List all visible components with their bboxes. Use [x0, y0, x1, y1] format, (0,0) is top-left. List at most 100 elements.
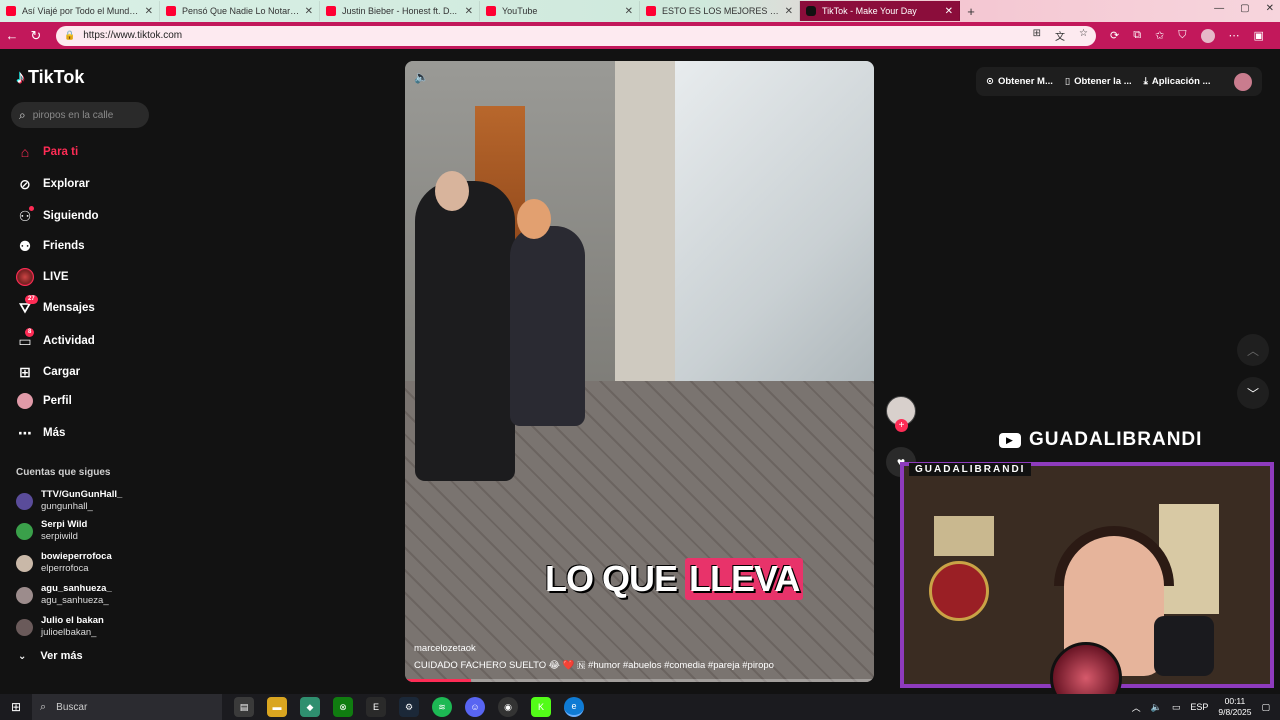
- network-icon[interactable]: ▭: [1172, 702, 1181, 713]
- browser-tab-active[interactable]: TikTok - Make Your Day ✕: [800, 1, 960, 21]
- webcam-name-tag: GUADALIBRANDI: [909, 463, 1032, 476]
- extension-icon[interactable]: ⟳: [1110, 29, 1119, 42]
- previous-video-button[interactable]: ︿: [1237, 334, 1269, 366]
- epic-games-icon[interactable]: E: [366, 697, 386, 717]
- split-screen-icon[interactable]: ⧉: [1133, 29, 1141, 42]
- system-tray: ︿ 🔈 ▭ ESP 00:11 9/8/2025 ▢: [1132, 696, 1280, 718]
- nav-perfil[interactable]: Perfil: [16, 392, 72, 410]
- nav-friends[interactable]: ⚉ Friends: [16, 237, 85, 255]
- browser-tab[interactable]: Justin Bieber - Honest ft. D... ✕: [320, 1, 480, 21]
- nav-actividad[interactable]: ▭ 8 Actividad: [16, 328, 95, 350]
- address-bar: ← ↻ 🔒 https://www.tiktok.com ⊞ 文 ☆ ⟳ ⧉ ✩…: [0, 22, 1280, 49]
- nav-mensajes[interactable]: ⛛ 27 Mensajes: [16, 295, 95, 317]
- language-indicator[interactable]: ESP: [1190, 702, 1208, 712]
- shield-icon[interactable]: ⛉: [1178, 29, 1186, 42]
- video-player[interactable]: 🔈 LO QUE LLEVA marcelozetaok CUIDADO FACH…: [405, 61, 874, 682]
- kick-icon[interactable]: K: [531, 697, 551, 717]
- close-tab-icon[interactable]: ✕: [625, 6, 633, 17]
- taskbar-search[interactable]: ⌕ Buscar: [32, 694, 222, 720]
- browser-tab[interactable]: ESTO ES LOS MEJORES TIKTOKS ...✕: [640, 1, 800, 21]
- search-icon: ⌕: [40, 700, 47, 713]
- tiktok-logo[interactable]: ♪ TikTok: [16, 67, 84, 88]
- maximize-icon[interactable]: ▢: [1240, 3, 1249, 14]
- friends-icon: ⚉: [18, 237, 32, 254]
- account-avatar: [16, 618, 33, 636]
- notifications-icon[interactable]: ▢: [1261, 702, 1270, 713]
- nav-cargar[interactable]: ⊞ Cargar: [16, 363, 80, 381]
- volume-icon[interactable]: 🔈: [1151, 702, 1162, 713]
- followed-account[interactable]: bowieperrofoca elperrofoca: [16, 551, 112, 575]
- refresh-icon[interactable]: ↻: [24, 28, 48, 44]
- app-icon[interactable]: ◆: [300, 697, 320, 717]
- task-view-icon[interactable]: ▤: [234, 697, 254, 717]
- obs-icon[interactable]: ◉: [498, 697, 518, 717]
- back-icon[interactable]: ←: [0, 28, 24, 43]
- spotify-icon[interactable]: ≋: [432, 697, 452, 717]
- close-tab-icon[interactable]: ✕: [785, 6, 793, 17]
- discord-icon[interactable]: ☺: [465, 697, 485, 717]
- tiktok-sidebar: ♪ TikTok ⌕ piropos en la calle ⌂ Para ti ⊘ E…: [0, 49, 160, 694]
- more-menu-icon[interactable]: ⋯: [1229, 29, 1240, 42]
- translate-icon[interactable]: 文: [1055, 28, 1065, 43]
- tray-expand-icon[interactable]: ︿: [1132, 701, 1141, 714]
- browser-tab-strip: Así Viajé por Todo el Mundo en 4...✕ Pen…: [0, 0, 1280, 22]
- followed-account[interactable]: Serpi Wild serpiwild: [16, 519, 87, 543]
- tiktok-icon: [806, 6, 816, 16]
- nav-para-ti[interactable]: ⌂ Para ti: [16, 143, 78, 161]
- sidebar-toggle-icon[interactable]: ▣: [1254, 29, 1264, 42]
- video-scene-person: [517, 199, 551, 239]
- close-tab-icon[interactable]: ✕: [465, 6, 473, 17]
- video-description: CUIDADO FACHERO SUELTO 😂 ❤️ 🇳 #humor #ab…: [414, 660, 774, 671]
- see-more-button[interactable]: ⌄ Ver más: [18, 650, 83, 662]
- minimize-icon[interactable]: —: [1214, 3, 1224, 14]
- followed-account[interactable]: Julio el bakan julioelbakan_: [16, 615, 104, 639]
- url-field[interactable]: 🔒 https://www.tiktok.com ⊞ 文 ☆: [56, 25, 1096, 46]
- file-explorer-icon[interactable]: ▬: [267, 697, 287, 717]
- video-scene-person: [415, 181, 515, 481]
- volume-icon[interactable]: 🔈: [414, 70, 429, 84]
- account-avatar: [16, 522, 33, 540]
- nav-mas[interactable]: ⋯ Más: [16, 424, 65, 442]
- browser-tab[interactable]: YouTube ✕: [480, 1, 640, 21]
- youtube-icon: ▶: [999, 432, 1021, 448]
- clock[interactable]: 00:11 9/8/2025: [1218, 696, 1251, 718]
- nav-siguiendo[interactable]: ⚇ Siguiendo: [16, 206, 99, 225]
- close-tab-icon[interactable]: ✕: [145, 6, 153, 17]
- activity-icon: ▭ 8: [16, 328, 35, 350]
- next-video-button[interactable]: ﹀: [1237, 377, 1269, 409]
- close-tab-icon[interactable]: ✕: [305, 6, 313, 17]
- favorites-icon[interactable]: ✩: [1155, 29, 1164, 42]
- followed-account[interactable]: TTV/GunGunHall_ gungunhall_: [16, 489, 122, 513]
- tiktok-note-icon: ♪: [16, 67, 25, 87]
- coin-icon: ⊙: [986, 76, 994, 87]
- get-coins-button[interactable]: ⊙ Obtener M...: [986, 76, 1053, 87]
- app-available-icon[interactable]: ⊞: [1033, 28, 1041, 43]
- webcam-poster: [934, 516, 994, 556]
- phone-icon: ▯: [1064, 76, 1071, 87]
- new-tab-button[interactable]: +: [960, 4, 982, 19]
- search-input[interactable]: ⌕ piropos en la calle: [11, 102, 149, 128]
- close-window-icon[interactable]: ✕: [1266, 3, 1274, 14]
- browser-profile-avatar[interactable]: [1200, 28, 1215, 43]
- steam-icon[interactable]: ⚙: [399, 697, 419, 717]
- browser-tab[interactable]: Así Viajé por Todo el Mundo en 4...✕: [0, 1, 160, 21]
- video-author[interactable]: marcelozetaok: [414, 643, 476, 654]
- stream-channel-label: ▶ GUADALIBRANDI: [999, 429, 1202, 451]
- nav-explorar[interactable]: ⊘ Explorar: [16, 175, 90, 193]
- favorite-star-icon[interactable]: ☆: [1079, 28, 1088, 43]
- xbox-icon[interactable]: ⊗: [333, 697, 353, 717]
- youtube-icon: [646, 6, 656, 16]
- edge-browser-icon[interactable]: e: [564, 697, 584, 717]
- follow-plus-icon[interactable]: +: [895, 419, 908, 432]
- webcam-badge: [929, 561, 989, 621]
- get-app-button[interactable]: ▯ Obtener la ...: [1065, 76, 1132, 87]
- video-progress-bar[interactable]: [405, 679, 874, 682]
- nav-live[interactable]: LIVE: [16, 268, 69, 286]
- desktop-app-button[interactable]: ⤓ Aplicación ...: [1144, 76, 1211, 87]
- browser-tab[interactable]: Pensó Que Nadie Lo Notaría y La...✕: [160, 1, 320, 21]
- close-tab-icon[interactable]: ✕: [945, 6, 953, 17]
- account-avatar: [16, 554, 33, 572]
- user-avatar[interactable]: [1234, 72, 1252, 91]
- windows-start-icon[interactable]: ⊞: [0, 700, 32, 714]
- followed-account[interactable]: agu_sanhueza_ agu_sanhueza_: [16, 583, 112, 607]
